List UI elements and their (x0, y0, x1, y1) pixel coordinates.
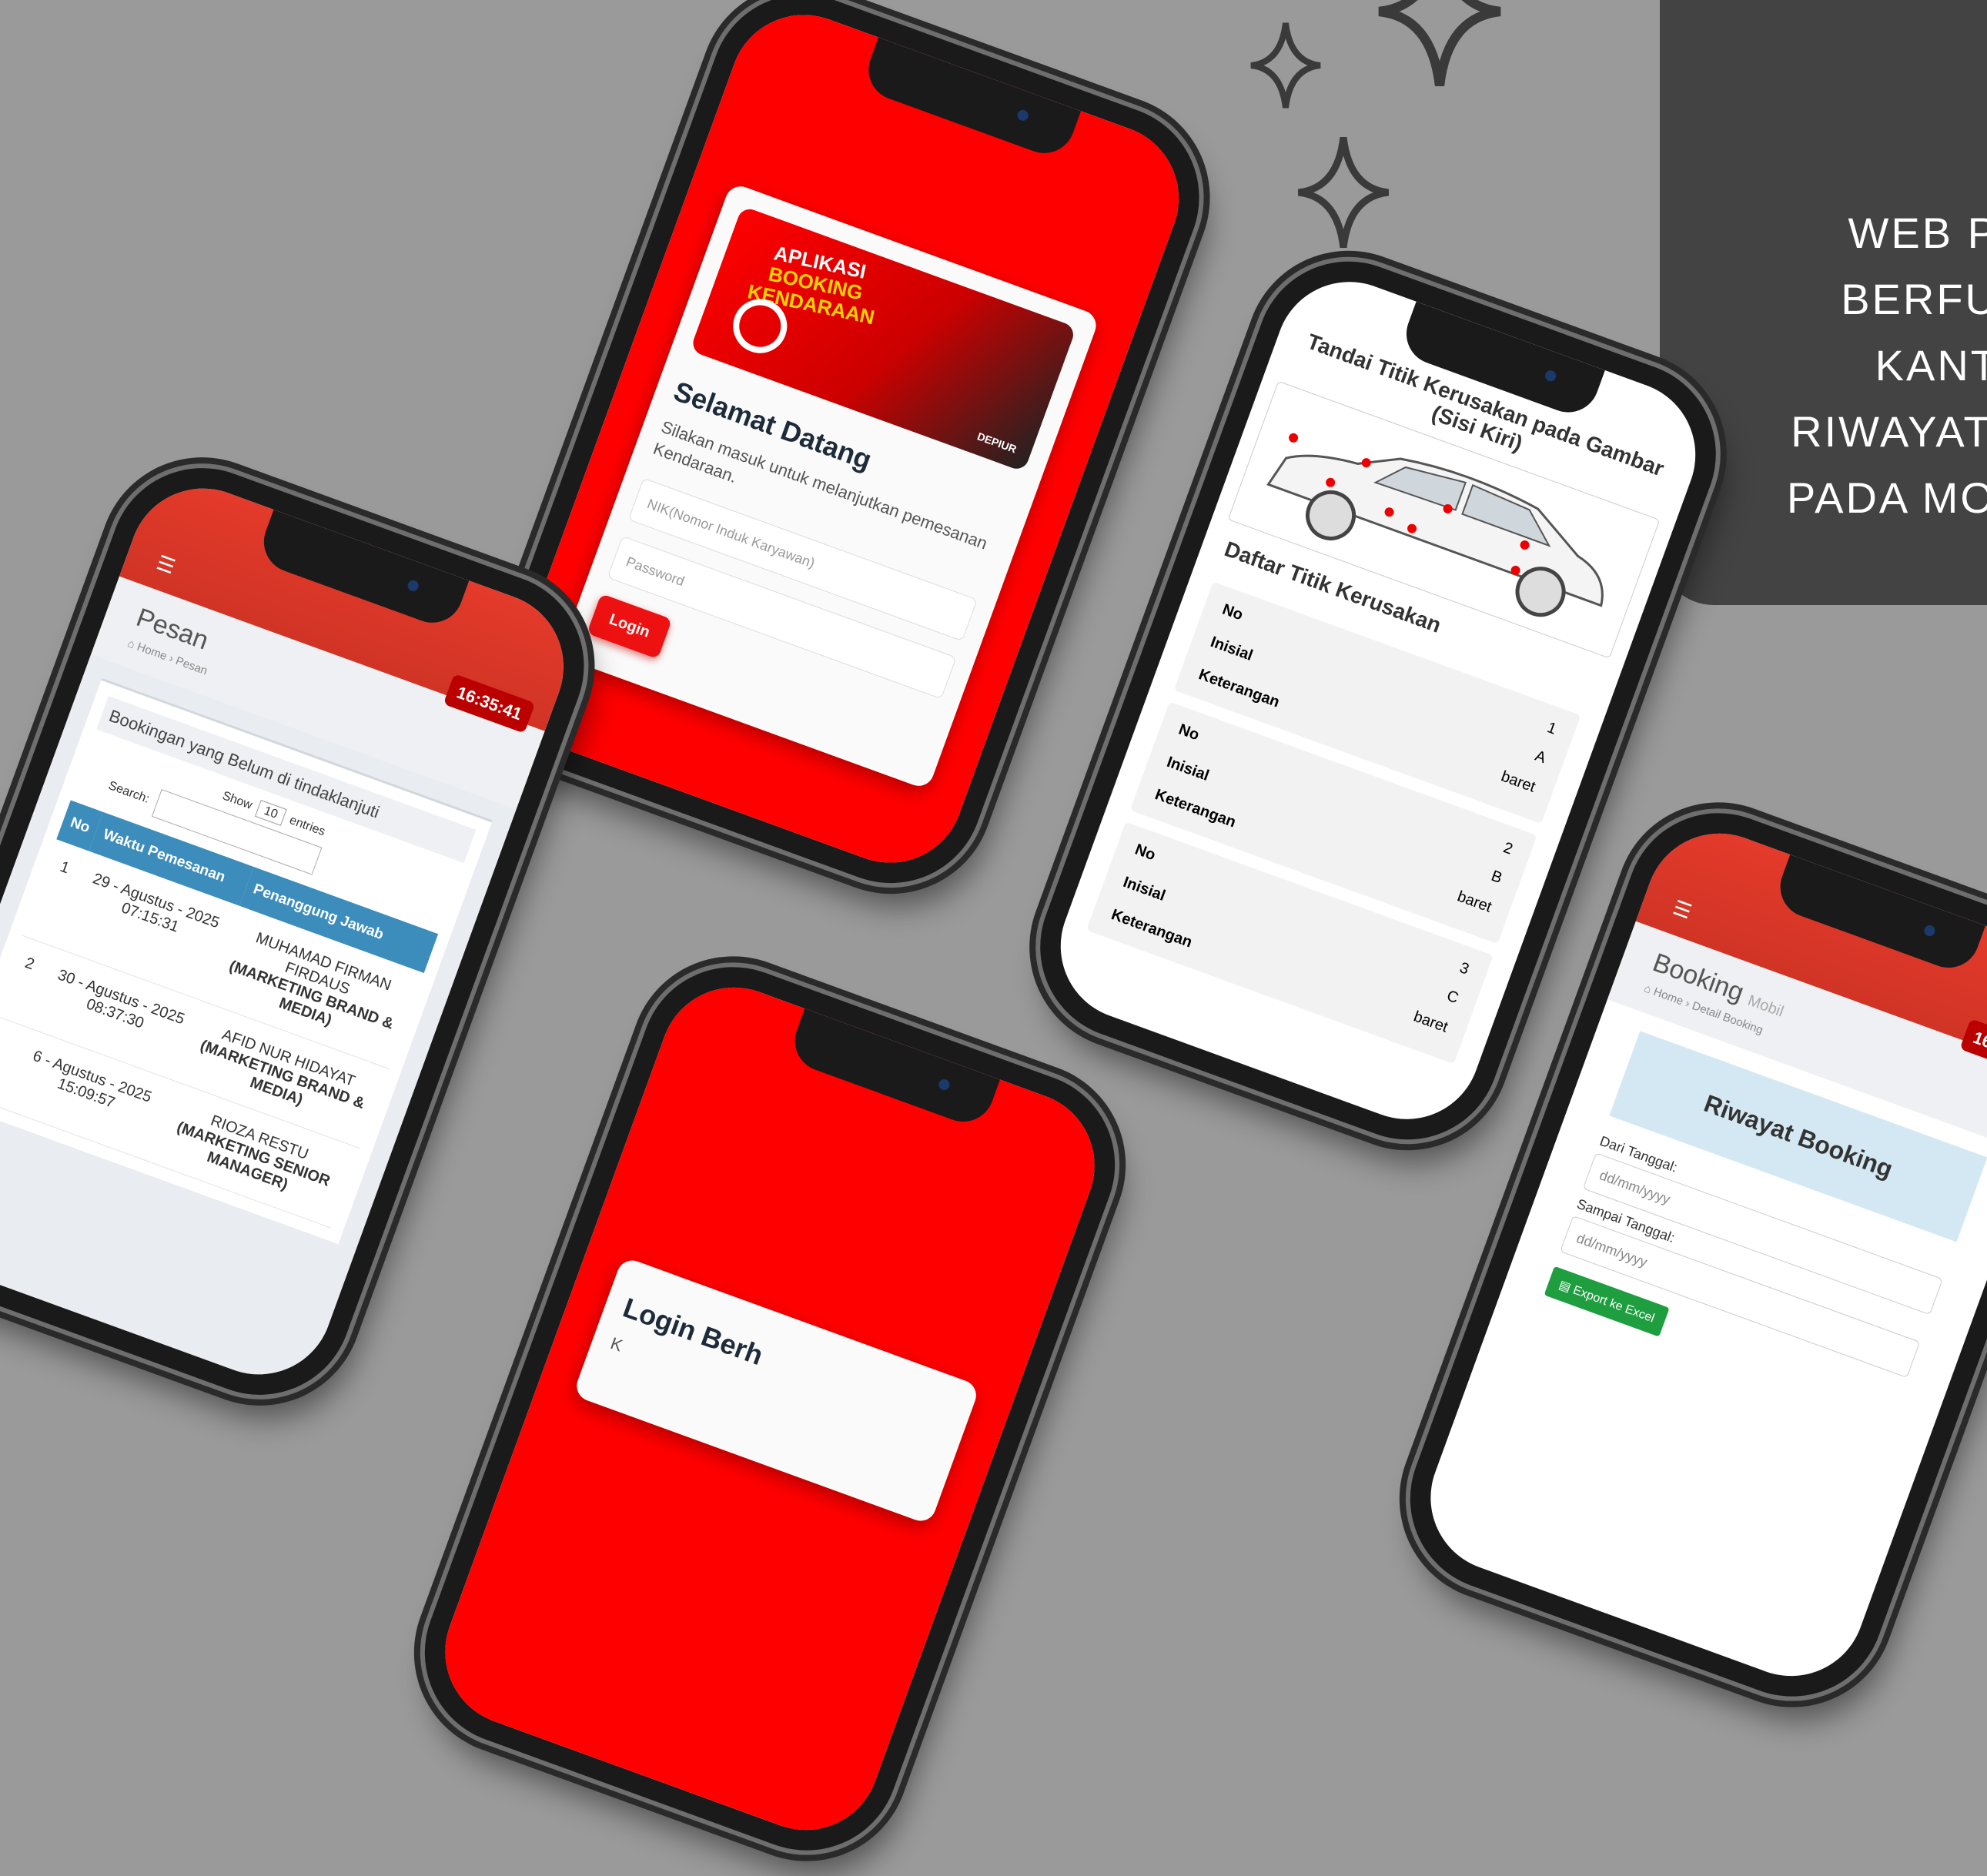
panel-line-5: PADA MOBIL (1786, 473, 1987, 522)
phone-login-2: Login Berh K (399, 941, 1141, 1876)
login-button[interactable]: Login (586, 593, 673, 660)
show-label: Show (220, 789, 254, 812)
menu-icon[interactable]: ☰ (1670, 895, 1694, 924)
panel-line-4: RIWAYAT KE (1791, 407, 1987, 456)
file-icon: ▤ (1557, 1278, 1573, 1295)
breadcrumb-home[interactable]: Home (135, 640, 169, 664)
login2-card: Login Berh K (572, 1256, 981, 1526)
phone-pesan: ☰ 16:35:41 Pesan ⌂ Home › Pesan Bookinga… (0, 442, 610, 1421)
login-screen: APLIKASI BOOKING KENDARAAN DEPIUR Selama… (493, 0, 1200, 884)
login2-screen: Login Berh K (424, 966, 1116, 1851)
info-panel: IN WEB PEM BERFUNG KANTOR RIWAYAT KE PAD… (1660, 0, 1987, 605)
login-card: APLIKASI BOOKING KENDARAAN DEPIUR Selama… (558, 182, 1101, 791)
breadcrumb-home[interactable]: Home (1651, 985, 1684, 1008)
banner-brand: DEPIUR (975, 430, 1019, 456)
damage-point-a (1289, 433, 1299, 443)
login2-background: Login Berh K (424, 966, 1116, 1851)
home-icon: ⌂ (125, 637, 137, 652)
pesan-screen: ☰ 16:35:41 Pesan ⌂ Home › Pesan Bookinga… (0, 467, 584, 1396)
sparkle-icon (1378, 0, 1501, 86)
length-select[interactable]: 10 (255, 800, 287, 826)
booking-table: No Waktu Pemesanan Penanggung Jawab 1 29… (0, 800, 439, 1229)
home-icon: ⌂ (1641, 981, 1654, 997)
sparkle-icon (1250, 22, 1321, 109)
sparkle-icon (1297, 136, 1390, 249)
panel-line-2: BERFUNG (1841, 275, 1987, 323)
menu-icon[interactable]: ☰ (153, 550, 178, 579)
panel-line-3: KANTOR (1875, 341, 1987, 390)
search-label: Search: (106, 779, 152, 806)
panel-line-1: WEB PEM (1848, 209, 1987, 257)
login-background: APLIKASI BOOKING KENDARAAN DEPIUR Selama… (493, 0, 1200, 884)
entries-label: entries (287, 813, 327, 839)
breadcrumb-current: Pesan (173, 654, 209, 678)
page-title-small: Mobil (1745, 992, 1786, 1021)
export-label: Export ke Excel (1571, 1283, 1657, 1326)
